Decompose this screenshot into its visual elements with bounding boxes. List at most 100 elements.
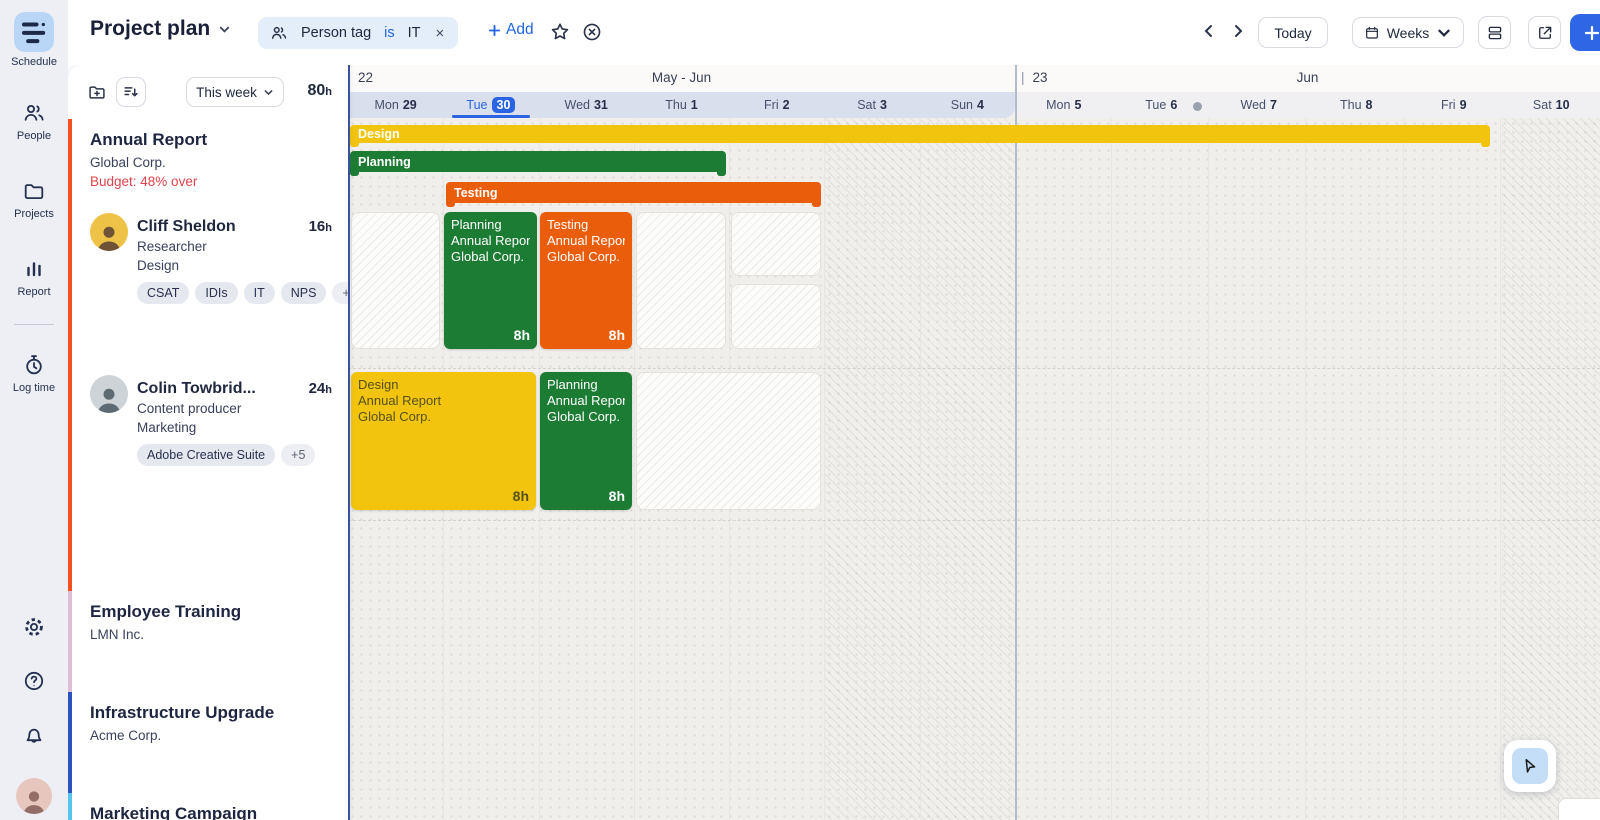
day-number: 1	[691, 98, 698, 112]
project-title[interactable]: Infrastructure Upgrade	[90, 702, 332, 724]
person-tag[interactable]: Adobe Creative Suite	[137, 444, 275, 466]
person-row[interactable]: Colin Towbrid...24hContent producerMarke…	[90, 371, 332, 467]
day-header-sat-3[interactable]: Sat3	[824, 94, 919, 116]
day-header-thu-1[interactable]: Thu1	[634, 94, 729, 116]
day-header-thu-8[interactable]: Thu8	[1308, 94, 1406, 116]
help-button[interactable]	[0, 668, 68, 694]
plus-icon	[1583, 24, 1600, 42]
day-name: Thu	[1340, 98, 1362, 112]
person-tag[interactable]: NPS	[281, 282, 327, 304]
filter-remove-icon[interactable]: ×	[434, 25, 447, 42]
person-tag[interactable]: IDIs	[195, 282, 237, 304]
timeline-bar-planning[interactable]: Planning	[350, 151, 726, 172]
timeline-bar-design[interactable]: Design	[350, 125, 1490, 143]
week-month-label: May - Jun	[348, 70, 1015, 85]
project-title[interactable]: Employee Training	[90, 601, 332, 623]
person-team: Marketing	[137, 418, 332, 437]
day-name: Wed	[565, 98, 590, 112]
filter-operator[interactable]: is	[384, 25, 394, 41]
day-header-tue-30[interactable]: Tue30	[443, 94, 538, 116]
prev-week-button[interactable]	[1200, 22, 1220, 42]
day-header-wed-31[interactable]: Wed31	[539, 94, 634, 116]
sidebar-item-log-time[interactable]: Log time	[0, 352, 68, 394]
people-projects-panel: This week 80h Annual ReportGlobal Corp.B…	[68, 65, 348, 820]
project-group-list: Annual ReportGlobal Corp.Budget: 48% ove…	[68, 119, 348, 820]
settings-button[interactable]	[0, 614, 68, 640]
today-button[interactable]: Today	[1258, 17, 1328, 48]
corner-widget	[1558, 798, 1600, 820]
left-rail: Schedule People Projects Report Log	[0, 0, 68, 820]
week-divider-line	[1015, 65, 1017, 820]
plan-title-dropdown[interactable]: Project plan	[90, 17, 231, 41]
timeline-bar-testing[interactable]: Testing	[446, 182, 821, 203]
timeline-canvas[interactable]: 22May - JunMon29Tue30Wed31Thu1Fri2Sat3Su…	[348, 65, 1600, 820]
sidebar-item-schedule[interactable]: Schedule	[0, 12, 68, 68]
task-card-design[interactable]: DesignAnnual ReportGlobal Corp.8h	[351, 372, 536, 510]
task-card-planning[interactable]: PlanningAnnual ReportGlobal Corp.8h	[540, 372, 632, 510]
project-title[interactable]: Marketing Campaign	[90, 803, 332, 820]
person-tag-icon	[270, 24, 288, 42]
add-filter-button[interactable]: Add	[488, 21, 534, 39]
person-tag[interactable]: CSAT	[137, 282, 189, 304]
zoom-level-dropdown[interactable]: Weeks	[1352, 17, 1464, 48]
week-range-dropdown[interactable]: This week	[186, 77, 284, 107]
project-color-strip	[68, 692, 72, 793]
chevron-down-icon	[263, 87, 274, 98]
timeline-left-edge-line	[348, 65, 350, 820]
person-tags-more[interactable]: +5	[332, 282, 348, 304]
person-team: Design	[137, 256, 332, 275]
day-header-fri-2[interactable]: Fri2	[729, 94, 824, 116]
day-header-wed-7[interactable]: Wed7	[1210, 94, 1308, 116]
day-header-sun-4[interactable]: Sun4	[920, 94, 1015, 116]
sidebar-item-label: Schedule	[11, 56, 57, 68]
clear-filters-button[interactable]	[581, 21, 605, 45]
person-role: Researcher	[137, 237, 332, 256]
filter-chip[interactable]: Person tag is IT ×	[258, 17, 458, 49]
project-title[interactable]: Annual Report	[90, 129, 332, 151]
availability-placeholder[interactable]	[636, 212, 726, 349]
page-title: Project plan	[90, 17, 210, 41]
chevron-left-icon	[1200, 22, 1218, 40]
day-name: Mon	[375, 98, 399, 112]
notifications-button[interactable]	[0, 722, 68, 748]
sidebar-divider	[14, 324, 54, 325]
person-row[interactable]: Cliff Sheldon16hResearcherDesignCSATIDIs…	[90, 209, 332, 305]
availability-placeholder[interactable]	[731, 284, 821, 349]
person-hours: 24h	[309, 380, 348, 397]
today-underline	[452, 115, 530, 118]
next-week-button[interactable]	[1229, 22, 1249, 42]
add-project-button[interactable]	[82, 77, 112, 107]
task-card-testing[interactable]: TestingAnnual ReportGlobal Corp.8h	[540, 212, 632, 349]
sidebar-item-report[interactable]: Report	[0, 256, 68, 298]
day-header-mon-5[interactable]: Mon5	[1015, 94, 1113, 116]
top-bar: Project plan Person tag is IT × Add Toda…	[68, 0, 1600, 65]
create-button[interactable]	[1570, 14, 1600, 51]
availability-placeholder[interactable]	[731, 212, 821, 276]
add-label: Add	[506, 21, 534, 39]
clear-filters-icon	[581, 21, 603, 43]
chevron-down-icon	[218, 23, 231, 36]
row-height-button[interactable]	[1478, 16, 1511, 49]
day-header-fri-9[interactable]: Fri9	[1405, 94, 1503, 116]
timeline-bar-label: Design	[358, 127, 400, 141]
cursor-mode-button[interactable]	[1504, 740, 1556, 792]
filter-value[interactable]: IT	[408, 25, 421, 41]
sidebar-item-projects[interactable]: Projects	[0, 178, 68, 220]
task-client: Global Corp.	[547, 249, 625, 265]
user-avatar	[16, 778, 52, 814]
day-header-sat-10[interactable]: Sat10	[1503, 94, 1600, 116]
availability-placeholder[interactable]	[636, 372, 821, 510]
share-button[interactable]	[1528, 16, 1561, 49]
person-tags-more[interactable]: +5	[281, 444, 315, 466]
favorite-view-button[interactable]	[549, 21, 573, 45]
day-header-mon-29[interactable]: Mon29	[348, 94, 443, 116]
person-tag[interactable]: IT	[244, 282, 275, 304]
availability-placeholder[interactable]	[351, 212, 440, 349]
user-menu[interactable]	[0, 778, 68, 814]
sidebar-item-label: People	[17, 130, 51, 142]
sidebar-item-people[interactable]: People	[0, 100, 68, 142]
sort-button[interactable]	[116, 77, 146, 107]
task-card-planning[interactable]: PlanningAnnual ReportGlobal Corp.8h	[444, 212, 537, 349]
day-name: Sat	[1533, 98, 1552, 112]
week-scroll-dot	[1193, 102, 1202, 111]
